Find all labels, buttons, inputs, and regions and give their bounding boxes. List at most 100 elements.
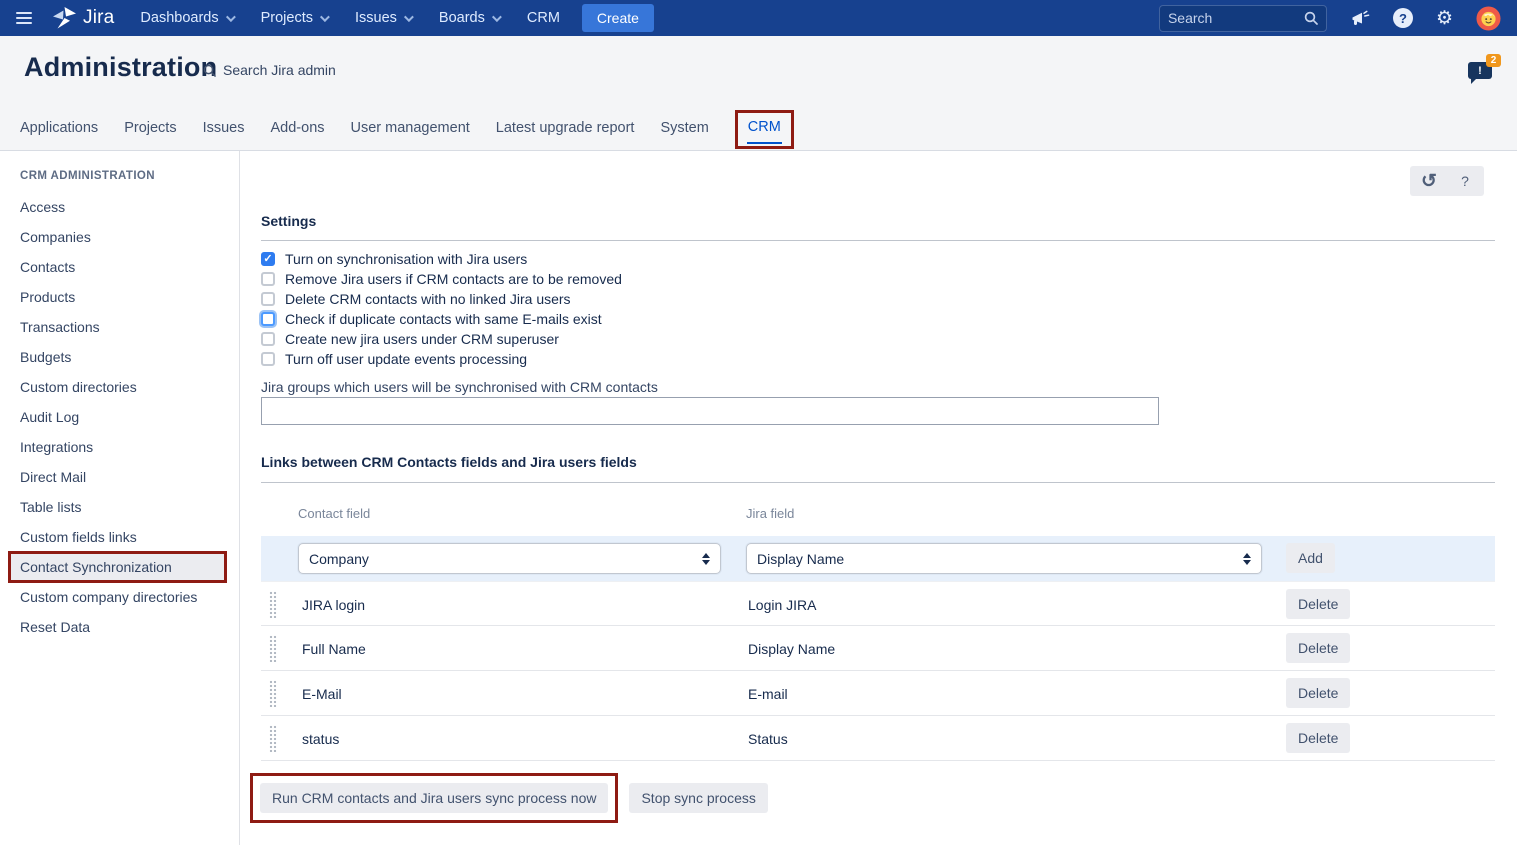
delete-button[interactable]: Delete bbox=[1286, 589, 1350, 619]
link-row: E-Mail E-mail Delete bbox=[261, 671, 1495, 716]
drag-handle-icon[interactable] bbox=[269, 725, 277, 752]
sidebar-item-direct-mail[interactable]: Direct Mail bbox=[20, 462, 239, 492]
help-icon[interactable]: ? bbox=[1393, 8, 1413, 28]
drag-handle-icon[interactable] bbox=[269, 635, 277, 662]
jira-field-value: Status bbox=[748, 716, 788, 761]
link-row: Full Name Display Name Delete bbox=[261, 626, 1495, 671]
jira-field-value: Display Name bbox=[748, 626, 835, 671]
checkbox-turn-on-synchronisation[interactable]: ✓ bbox=[261, 252, 275, 266]
main-content: ↺ ? Settings ✓ Turn on synchronisation w… bbox=[240, 151, 1517, 845]
search-icon bbox=[203, 64, 216, 77]
run-sync-button[interactable]: Run CRM contacts and Jira users sync pro… bbox=[260, 783, 608, 813]
sidebar-item-access[interactable]: Access bbox=[20, 192, 239, 222]
chevron-down-icon bbox=[320, 12, 330, 22]
checkbox-label: Check if duplicate contacts with same E-… bbox=[285, 311, 602, 327]
admin-tabs: Applications Projects Issues Add-ons Use… bbox=[0, 106, 1517, 151]
column-header-jira-field: Jira field bbox=[746, 506, 794, 521]
sidebar-item-reset-data[interactable]: Reset Data bbox=[20, 612, 239, 642]
nav-projects[interactable]: Projects bbox=[261, 10, 327, 26]
crm-admin-sidebar: CRM ADMINISTRATION Access Companies Cont… bbox=[0, 151, 240, 845]
drag-handle-icon[interactable] bbox=[269, 680, 277, 707]
jira-field-select[interactable]: Display Name bbox=[746, 543, 1262, 574]
navbar-menu: Dashboards Projects Issues Boards CRM bbox=[140, 10, 559, 26]
sidebar-header: CRM ADMINISTRATION bbox=[20, 170, 239, 182]
page-actions-group: ↺ ? bbox=[1410, 166, 1484, 196]
nav-crm[interactable]: CRM bbox=[527, 10, 560, 26]
navbar-right: ? ⚙ bbox=[1159, 5, 1501, 32]
add-link-row: Company Display Name Add bbox=[261, 536, 1495, 581]
tab-user-management[interactable]: User management bbox=[351, 108, 470, 148]
create-button[interactable]: Create bbox=[582, 4, 654, 32]
navbar-search[interactable] bbox=[1159, 5, 1327, 32]
sidebar-item-contact-synchronization[interactable]: Contact Synchronization bbox=[8, 551, 227, 583]
checkbox-check-duplicate-contacts[interactable] bbox=[261, 312, 275, 326]
nav-boards[interactable]: Boards bbox=[439, 10, 499, 26]
notifications-icon[interactable]: ! 2 bbox=[1468, 62, 1492, 79]
checkbox-row: Delete CRM contacts with no linked Jira … bbox=[261, 289, 622, 309]
sidebar-item-contacts[interactable]: Contacts bbox=[20, 252, 239, 282]
tab-projects[interactable]: Projects bbox=[124, 108, 176, 148]
sidebar-item-table-lists[interactable]: Table lists bbox=[20, 492, 239, 522]
tab-add-ons[interactable]: Add-ons bbox=[271, 108, 325, 148]
sidebar-item-companies[interactable]: Companies bbox=[20, 222, 239, 252]
help-button[interactable]: ? bbox=[1452, 168, 1478, 194]
nav-issues[interactable]: Issues bbox=[355, 10, 411, 26]
search-icon bbox=[1304, 11, 1318, 25]
checkbox-turn-off-user-update-events[interactable] bbox=[261, 352, 275, 366]
sidebar-item-custom-directories[interactable]: Custom directories bbox=[20, 372, 239, 402]
tab-latest-upgrade-report[interactable]: Latest upgrade report bbox=[496, 108, 635, 148]
navbar-search-input[interactable] bbox=[1168, 10, 1304, 26]
sidebar-item-custom-fields-links[interactable]: Custom fields links bbox=[20, 522, 239, 552]
announcements-icon[interactable] bbox=[1350, 10, 1370, 27]
jira-groups-input[interactable] bbox=[261, 397, 1159, 425]
top-navbar: Jira Dashboards Projects Issues Boards C… bbox=[0, 0, 1517, 36]
delete-button[interactable]: Delete bbox=[1286, 723, 1350, 753]
checkbox-delete-crm-contacts[interactable] bbox=[261, 292, 275, 306]
tab-issues[interactable]: Issues bbox=[203, 108, 245, 148]
sidebar-item-products[interactable]: Products bbox=[20, 282, 239, 312]
select-updown-icon bbox=[702, 553, 710, 565]
settings-gear-icon[interactable]: ⚙ bbox=[1436, 9, 1453, 28]
delete-button[interactable]: Delete bbox=[1286, 633, 1350, 663]
contact-field-select[interactable]: Company bbox=[298, 543, 721, 574]
stop-sync-button[interactable]: Stop sync process bbox=[629, 783, 767, 813]
settings-checkbox-list: ✓ Turn on synchronisation with Jira user… bbox=[261, 249, 622, 369]
link-row: JIRA login Login JIRA Delete bbox=[261, 581, 1495, 626]
hamburger-menu-icon[interactable] bbox=[16, 12, 32, 24]
sidebar-item-audit-log[interactable]: Audit Log bbox=[20, 402, 239, 432]
links-heading: Links between CRM Contacts fields and Ji… bbox=[261, 454, 637, 470]
user-avatar[interactable] bbox=[1476, 6, 1501, 31]
checkbox-row: Check if duplicate contacts with same E-… bbox=[261, 309, 622, 329]
add-button[interactable]: Add bbox=[1286, 543, 1335, 573]
sidebar-list: Access Companies Contacts Products Trans… bbox=[20, 192, 239, 642]
refresh-button[interactable]: ↺ bbox=[1416, 168, 1442, 194]
drag-handle-icon[interactable] bbox=[269, 591, 277, 618]
sync-actions: Run CRM contacts and Jira users sync pro… bbox=[250, 773, 768, 823]
contact-field-value: status bbox=[302, 716, 339, 761]
nav-dashboards[interactable]: Dashboards bbox=[140, 10, 232, 26]
divider bbox=[261, 240, 1495, 241]
tab-system[interactable]: System bbox=[660, 108, 708, 148]
checkbox-row: ✓ Turn on synchronisation with Jira user… bbox=[261, 249, 622, 269]
chevron-down-icon bbox=[492, 12, 502, 22]
check-icon: ✓ bbox=[263, 254, 272, 265]
checkbox-row: Turn off user update events processing bbox=[261, 349, 622, 369]
checkbox-remove-jira-users[interactable] bbox=[261, 272, 275, 286]
checkbox-create-new-jira-users[interactable] bbox=[261, 332, 275, 346]
sidebar-item-custom-company-directories[interactable]: Custom company directories bbox=[20, 582, 239, 612]
chevron-down-icon bbox=[404, 12, 414, 22]
checkbox-row: Remove Jira users if CRM contacts are to… bbox=[261, 269, 622, 289]
jira-logo[interactable]: Jira bbox=[52, 7, 114, 30]
sidebar-item-transactions[interactable]: Transactions bbox=[20, 312, 239, 342]
admin-search[interactable]: Search Jira admin bbox=[203, 62, 336, 78]
checkbox-label: Remove Jira users if CRM contacts are to… bbox=[285, 271, 622, 287]
sidebar-item-budgets[interactable]: Budgets bbox=[20, 342, 239, 372]
tab-applications[interactable]: Applications bbox=[20, 108, 98, 148]
tab-crm[interactable]: CRM bbox=[747, 119, 782, 144]
chevron-down-icon bbox=[226, 12, 236, 22]
sidebar-item-integrations[interactable]: Integrations bbox=[20, 432, 239, 462]
checkbox-label: Turn on synchronisation with Jira users bbox=[285, 251, 527, 267]
jira-admin-screen: Jira Dashboards Projects Issues Boards C… bbox=[0, 0, 1517, 845]
delete-button[interactable]: Delete bbox=[1286, 678, 1350, 708]
checkbox-label: Turn off user update events processing bbox=[285, 351, 527, 367]
